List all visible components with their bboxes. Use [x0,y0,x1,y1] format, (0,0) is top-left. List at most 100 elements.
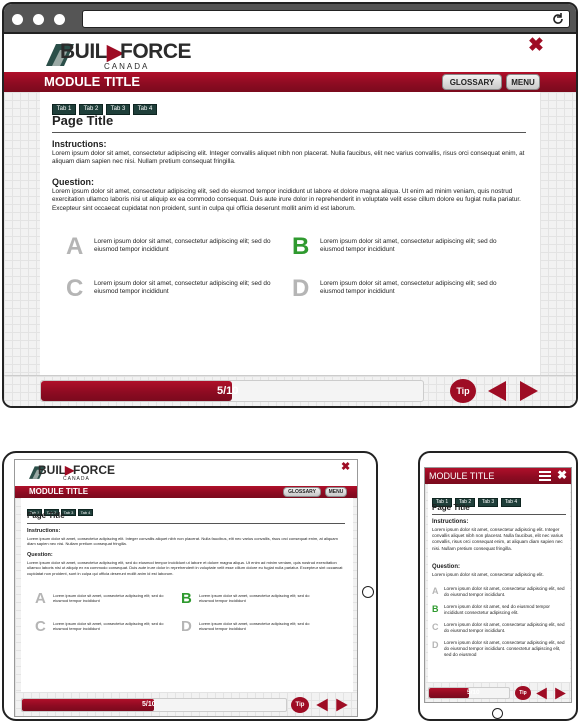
site-header: BUIL ▶ FORCE CANADA ✖ [4,34,576,72]
logo-subtitle: CANADA [104,62,150,71]
logo-subtitle: CANADA [63,476,90,482]
module-title: MODULE TITLE [29,487,89,496]
phone-footer: 5/10 Tip [425,682,571,702]
hamburger-icon[interactable] [539,471,551,481]
progress-fill [41,381,232,401]
answer-letter-d: D [292,275,310,302]
address-bar[interactable] [82,10,570,28]
glossary-label: GLOSSARY [288,489,316,495]
close-x-icon[interactable]: ✖ [528,34,544,57]
next-arrow-icon[interactable] [554,687,567,700]
glossary-label: GLOSSARY [449,77,495,87]
tip-label: Tip [456,386,470,396]
question-text: Lorem ipsum dolor sit amet, consectetur … [52,188,521,212]
answer-text-b: Lorem ipsum dolor sit amet, sed do eiusm… [444,604,550,616]
desktop-device: BUIL ▶ FORCE CANADA ✖ MODULE TITLE GLOSS… [2,2,578,408]
answer-text-a: Lorem ipsum dolor sit amet, consectetur … [53,593,164,604]
answer-option-d[interactable]: D Lorem ipsum dolor sit amet, consectetu… [432,640,568,662]
answer-option-a[interactable]: A Lorem ipsum dolor sit amet, consectetu… [432,586,568,602]
prev-arrow-icon[interactable] [315,698,329,712]
phone-home-button[interactable] [492,708,503,719]
module-title: MODULE TITLE [429,471,495,481]
answer-option-b[interactable]: B Lorem ipsum dolor sit amet, consectetu… [292,233,512,262]
tip-label: Tip [519,690,527,696]
progress-bar: 5/10 [21,698,287,712]
next-arrow-icon[interactable] [335,698,349,712]
page-title: Page Title [52,113,526,133]
question-text: Lorem ipsum dolor sit amet, consectetur … [27,560,343,576]
tablet-body: Tab 1 Tab 2 Tab 3 Tab 4 Page Title Instruct… [15,498,357,692]
progress-label: 5/10 [217,385,239,397]
answer-text-b: Lorem ipsum dolor sit amet, consectetur … [320,238,497,254]
glossary-button[interactable]: GLOSSARY [283,487,321,497]
refresh-icon[interactable] [551,12,565,26]
module-title: MODULE TITLE [44,74,141,89]
answer-text-a: Lorem ipsum dolor sit amet, consectetur … [444,586,565,598]
hamburger-middle-line [539,475,551,477]
next-arrow-icon[interactable] [518,380,540,402]
phone-device: MODULE TITLE ✖ Tab 1 Tab 2 Tab 3 Tab 4 Page… [418,451,578,721]
instructions-heading: Instructions: [432,519,469,525]
desktop-footer: 5/10 Tip [4,375,576,406]
answer-letter-c: C [66,275,84,302]
answer-option-c[interactable]: C Lorem ipsum dolor sit amet, consectetu… [66,275,286,304]
progress-label: 5/10 [142,701,156,708]
content-panel: Tab 1 Tab 2 Tab 3 Tab 4 Page Title Instruct… [40,92,540,375]
tip-button[interactable]: Tip [450,379,476,403]
answer-text-c: Lorem ipsum dolor sit amet, consectetur … [94,280,271,296]
window-control-close-dot[interactable] [12,14,23,25]
close-x-icon[interactable]: ✖ [341,460,350,473]
tip-button[interactable]: Tip [291,697,309,713]
answer-option-b[interactable]: B Lorem ipsum dolor sit amet, sed do eiu… [432,604,568,620]
logo-text-part1: BUIL [38,463,66,477]
logo-text-part2: FORCE [73,463,115,477]
prev-arrow-icon[interactable] [535,687,548,700]
answer-text-a: Lorem ipsum dolor sit amet, consectetur … [94,238,271,254]
answer-letter-d: D [432,640,439,650]
content-panel: Tab 1 Tab 2 Tab 3 Tab 4 Page Title Instruct… [21,498,353,692]
answer-text-d: Lorem ipsum dolor sit amet, consectetur … [199,621,310,632]
progress-bar: 5/10 [40,380,424,402]
answer-option-a[interactable]: A Lorem ipsum dolor sit amet, consectetu… [66,233,286,262]
answer-letter-b: B [432,604,439,614]
answer-option-d[interactable]: D Lorem ipsum dolor sit amet, consectetu… [181,618,331,638]
instructions-heading: Instructions: [52,139,107,149]
menu-button[interactable]: MENU [506,74,540,90]
page-title: Page Title [27,511,345,524]
window-control-zoom-dot[interactable] [54,14,65,25]
progress-fill [429,688,469,698]
answer-option-c[interactable]: C Lorem ipsum dolor sit amet, consectetu… [35,618,185,638]
tip-button[interactable]: Tip [515,686,531,700]
answer-text-b: Lorem ipsum dolor sit amet, consectetur … [199,593,310,604]
answer-letter-a: A [66,233,84,260]
logo-text-part2: FORCE [120,40,192,63]
browser-chrome [4,4,576,34]
progress-fill [22,699,154,711]
answer-letter-c: C [35,618,46,635]
content-panel: Tab 1 Tab 2 Tab 3 Tab 4 Page Title Instruct… [428,484,570,682]
answer-letter-a: A [35,590,46,607]
phone-screen: MODULE TITLE ✖ Tab 1 Tab 2 Tab 3 Tab 4 Page… [424,467,572,703]
instructions-text: Lorem ipsum dolor sit amet, consectetur … [27,536,338,547]
answer-option-d[interactable]: D Lorem ipsum dolor sit amet, consectetu… [292,275,512,304]
prev-arrow-icon[interactable] [486,380,508,402]
close-x-icon[interactable]: ✖ [557,468,567,482]
window-control-minimize-dot[interactable] [33,14,44,25]
menu-label: MENU [328,489,344,495]
glossary-button[interactable]: GLOSSARY [442,74,502,90]
question-heading: Question: [432,564,460,570]
answer-text-d: Lorem ipsum dolor sit amet, consectetur … [320,280,497,296]
tip-label: Tip [295,702,305,708]
tablet-home-button[interactable] [362,586,374,598]
tablet-logo: BUIL ▶ FORCE CANADA [29,462,115,482]
answer-option-a[interactable]: A Lorem ipsum dolor sit amet, consectetu… [35,590,185,610]
instructions-heading: Instructions: [27,528,61,534]
instructions-text: Lorem ipsum dolor sit amet, consectetur … [432,527,563,551]
answer-option-b[interactable]: B Lorem ipsum dolor sit amet, consectetu… [181,590,331,610]
answer-option-c[interactable]: C Lorem ipsum dolor sit amet, consectetu… [432,622,568,638]
buildforce-logo: BUIL ▶ FORCE CANADA [44,38,192,71]
page-title: Page Title [432,503,566,515]
answer-letter-b: B [292,233,310,260]
menu-button[interactable]: MENU [325,487,347,497]
question-heading: Question: [52,177,94,187]
